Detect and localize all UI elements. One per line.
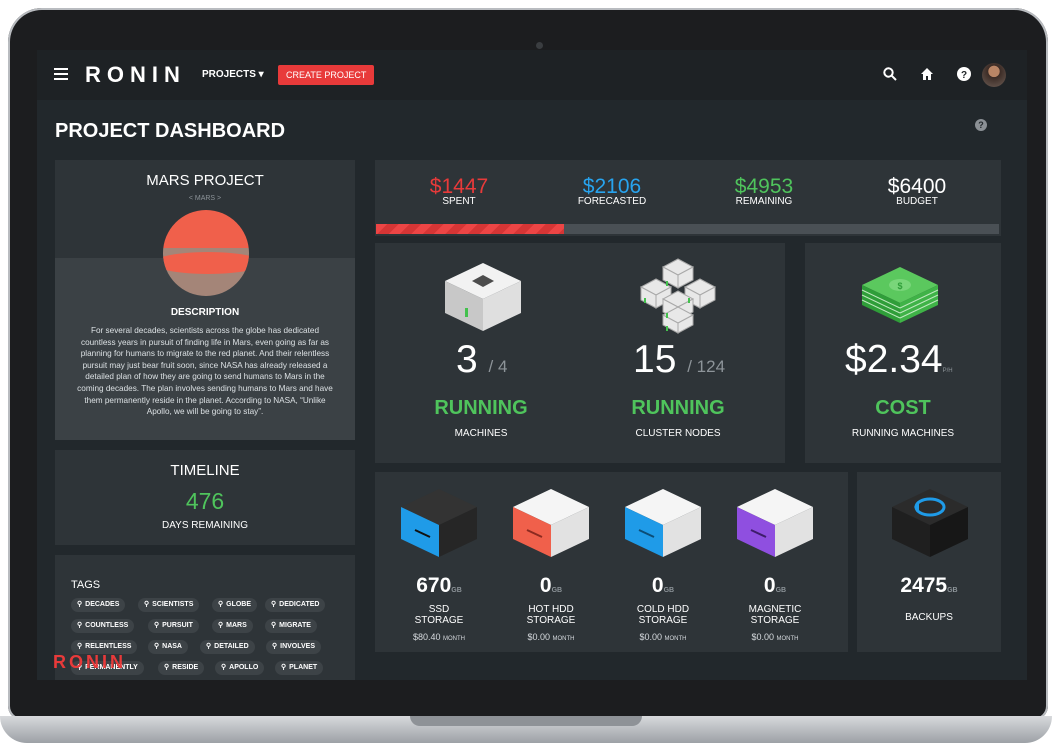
backups-label: BACKUPS	[905, 612, 953, 623]
project-name: MARS PROJECT	[146, 172, 264, 189]
cold-hdd-icon	[625, 489, 701, 557]
cost-unit: P/H	[942, 368, 953, 374]
top-navigation: RONIN PROJECTS ▾ CREATE PROJECT ?	[37, 50, 1027, 100]
remaining-label: REMAINING	[735, 196, 793, 207]
magnetic-unit: GB	[775, 587, 787, 594]
project-description: For several decades, scientists across t…	[77, 326, 333, 417]
tag-planet[interactable]: ⚲ PLANET	[275, 661, 324, 675]
running-card: 3 / 4 RUNNING MACHINES 15 / 124 RUNNING …	[375, 243, 785, 463]
tag-decades[interactable]: ⚲ DECADES	[71, 598, 126, 612]
budget-metric: $6400 BUDGET	[852, 175, 982, 207]
camera-dot	[536, 42, 543, 49]
backup-icon	[892, 489, 968, 557]
tag-reside[interactable]: ⚲ RESIDE	[158, 661, 205, 675]
machines-total: / 4	[488, 357, 508, 376]
cluster-label: CLUSTER NODES	[635, 428, 721, 439]
hot-hdd-cost: $0.00 MONTH	[527, 632, 575, 642]
tags-heading: TAGS	[71, 579, 101, 591]
mars-planet-icon	[163, 210, 249, 296]
ssd-value: 670GB	[416, 574, 462, 597]
svg-text:?: ?	[961, 70, 967, 81]
hot-hdd-value: 0GB	[539, 574, 563, 597]
cold-hdd-unit: GB	[663, 587, 675, 594]
tag-involves[interactable]: ⚲ INVOLVES	[266, 640, 322, 654]
tag-countless[interactable]: ⚲ COUNTLESS	[71, 619, 135, 633]
cost-amount: $2.34P/H	[845, 338, 953, 381]
projects-dropdown[interactable]: PROJECTS ▾	[202, 69, 264, 80]
hot-hdd-unit: GB	[551, 587, 563, 594]
spent-label: SPENT	[442, 196, 476, 207]
page-title: PROJECT DASHBOARD	[55, 120, 286, 142]
tag-dedicated[interactable]: ⚲ DEDICATED	[265, 598, 326, 612]
cluster-total: / 124	[687, 357, 726, 376]
timeline-heading: TIMELINE	[170, 462, 240, 479]
cost-label: RUNNING MACHINES	[851, 428, 955, 439]
cluster-status: RUNNING	[631, 397, 725, 419]
days-remaining-label: DAYS REMAINING	[162, 520, 248, 531]
laptop-notch	[410, 716, 642, 726]
ronin-logo: RONIN	[85, 62, 186, 87]
ssd-unit: GB	[451, 587, 462, 594]
project-code: < MARS >	[188, 195, 222, 202]
machines-label: MACHINES	[454, 428, 508, 439]
description-heading: DESCRIPTION	[170, 307, 240, 318]
budget-label: BUDGET	[896, 196, 938, 207]
storage-card: 670GB 0GB 0GB 0GB SSD STORAGE HOT HDD STOR…	[375, 472, 848, 652]
cost-status: COST	[875, 397, 931, 419]
budget-progress-bar	[376, 224, 999, 234]
days-remaining-count: 476	[185, 488, 225, 514]
cluster-icon	[639, 258, 717, 334]
budget-progress-fill	[376, 224, 564, 234]
svg-text:$: $	[897, 281, 902, 291]
magnetic-value: 0GB	[763, 574, 787, 597]
help-icon[interactable]: ?	[947, 66, 971, 84]
page-help-icon[interactable]: ?	[975, 119, 987, 131]
machine-icon	[445, 263, 521, 331]
tag-nasa[interactable]: ⚲ NASA	[148, 640, 188, 654]
hot-hdd-label: HOT HDD STORAGE	[526, 604, 576, 626]
tag-detailed[interactable]: ⚲ DETAILED	[200, 640, 255, 654]
tag-apollo[interactable]: ⚲ APOLLO	[215, 661, 265, 675]
project-info-card: MARS PROJECT < MARS > DESCRIPTION For se…	[55, 160, 355, 440]
cold-hdd-cost: $0.00 MONTH	[639, 632, 687, 642]
ssd-storage-icon	[401, 489, 477, 557]
hot-hdd-icon	[513, 489, 589, 557]
budget-card: $1447 SPENT $2106 FORECASTED $4953 REMAININ…	[375, 160, 1001, 236]
cost-card: $ $2.34P/H COST RUNNING MACHINES	[805, 243, 1001, 463]
tag-pursuit[interactable]: ⚲ PURSUIT	[148, 619, 199, 633]
tag-globe[interactable]: ⚲ GLOBE	[212, 598, 258, 612]
tag-scientists[interactable]: ⚲ SCIENTISTS	[138, 598, 200, 612]
backups-unit: GB	[947, 587, 958, 594]
create-project-button[interactable]: CREATE PROJECT	[278, 65, 375, 85]
cluster-count: 15 / 124	[633, 338, 726, 381]
timeline-card: TIMELINE 476 DAYS REMAINING	[55, 450, 355, 545]
magnetic-label: MAGNETIC STORAGE	[748, 604, 802, 626]
machines-count: 3 / 4	[456, 338, 508, 381]
ronin-watermark: RONIN	[53, 652, 126, 672]
magnetic-storage-icon	[737, 489, 813, 557]
forecasted-label: FORECASTED	[577, 196, 647, 207]
backups-value: 2475GB	[900, 574, 958, 597]
menu-icon[interactable]	[54, 68, 68, 80]
home-icon[interactable]	[910, 66, 933, 84]
backups-card: 2475GB BACKUPS	[857, 472, 1001, 652]
app-screen: RONIN PROJECTS ▾ CREATE PROJECT ? PROJEC…	[37, 50, 1027, 680]
spent-metric: $1447 SPENT	[394, 175, 524, 207]
tag-migrate[interactable]: ⚲ MIGRATE	[265, 619, 317, 633]
cold-hdd-label: COLD HDD STORAGE	[636, 604, 690, 626]
cold-hdd-value: 0GB	[651, 574, 675, 597]
tag-mars[interactable]: ⚲ MARS	[212, 619, 253, 633]
forecasted-metric: $2106 FORECASTED	[547, 175, 677, 207]
search-icon[interactable]	[873, 66, 897, 84]
remaining-metric: $4953 REMAINING	[699, 175, 829, 207]
magnetic-cost: $0.00 MONTH	[751, 632, 799, 642]
machines-status: RUNNING	[434, 397, 528, 419]
money-stack-icon: $	[861, 267, 939, 323]
ssd-cost: $80.40 MONTH	[412, 632, 466, 642]
user-avatar[interactable]	[982, 63, 1006, 87]
ssd-label: SSD STORAGE	[414, 604, 464, 626]
